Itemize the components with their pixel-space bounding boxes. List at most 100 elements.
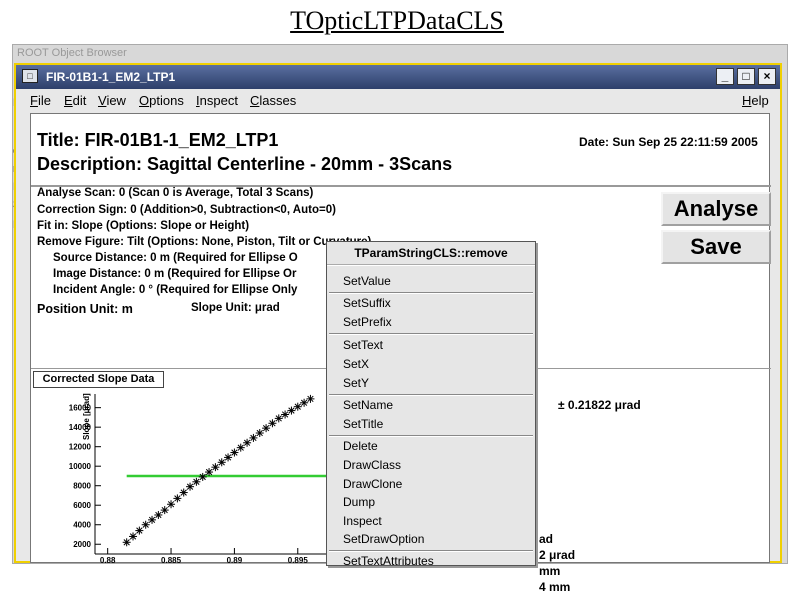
- date-label: Date: Sun Sep 25 22:11:59 2005: [579, 135, 758, 149]
- y-tick-label: 16000: [69, 404, 92, 413]
- menu-separator: [329, 333, 533, 335]
- x-tick-label: 0.895: [288, 556, 309, 564]
- param-slope-unit[interactable]: Slope Unit: μrad: [191, 302, 280, 314]
- menu-file[interactable]: File: [30, 93, 51, 108]
- menu-help[interactable]: Help: [742, 93, 769, 108]
- menu-item-delete[interactable]: Delete: [343, 439, 378, 453]
- data-point: [122, 538, 131, 547]
- x-tick-group: 0.88 0.885 0.89 0.895: [100, 548, 308, 564]
- partial-value: 2 μrad: [539, 548, 576, 562]
- param-correction-sign[interactable]: Correction Sign: 0 (Addition>0, Subtract…: [37, 204, 336, 216]
- x-tick-label: 0.89: [227, 556, 243, 564]
- param-analyse-scan[interactable]: Analyse Scan: 0 (Scan 0 is Average, Tota…: [37, 187, 313, 199]
- param-source-distance[interactable]: Source Distance: 0 m (Required for Ellip…: [53, 252, 298, 264]
- menu-options[interactable]: Options: [139, 93, 184, 108]
- menu-item-inspect[interactable]: Inspect: [343, 514, 382, 528]
- menu-separator: [329, 435, 533, 437]
- description: Description: Sagittal Centerline - 20mm …: [37, 154, 453, 174]
- context-menu-header: TParamStringCLS::remove: [327, 242, 535, 266]
- y-axis-label: Slope [μrad]: [82, 393, 91, 440]
- menu-item-drawclass[interactable]: DrawClass: [343, 458, 401, 472]
- window-titlebar[interactable]: □ FIR-01B1-1_EM2_LTP1 _ □ ×: [16, 65, 780, 89]
- partial-value: mm: [539, 564, 561, 578]
- data-point: [148, 515, 157, 524]
- menu-bar: File Edit View Options Inspect Classes H…: [16, 89, 780, 111]
- menu-item-settext[interactable]: SetText: [343, 338, 383, 352]
- y-tick-label: 2000: [73, 540, 91, 549]
- window-title: FIR-01B1-1_EM2_LTP1: [46, 70, 176, 84]
- data-point: [262, 424, 271, 433]
- data-point: [205, 468, 214, 477]
- param-fit-in[interactable]: Fit in: Slope (Options: Slope or Height): [37, 220, 249, 232]
- data-point: [300, 398, 309, 407]
- data-point: [160, 506, 169, 515]
- menu-classes[interactable]: Classes: [250, 93, 296, 108]
- maximize-button[interactable]: □: [737, 68, 755, 85]
- x-tick-label: 0.88: [100, 556, 116, 564]
- page-title: Title: FIR-01B1-1_EM2_LTP1: [37, 130, 279, 150]
- slope-chart[interactable]: Slope [μrad] 2000 4000 6000 8000 10000 12000 1…: [31, 390, 341, 564]
- data-point: [255, 429, 264, 438]
- menu-item-drawclone[interactable]: DrawClone: [343, 477, 402, 491]
- menu-item-setname[interactable]: SetName: [343, 398, 393, 412]
- save-button[interactable]: Save: [661, 230, 771, 264]
- window-menu-icon[interactable]: □: [22, 69, 38, 83]
- menu-item-setx[interactable]: SetX: [343, 357, 369, 371]
- data-point: [236, 443, 245, 452]
- background-window-title: ROOT Object Browser: [17, 47, 127, 59]
- data-point: [230, 448, 239, 457]
- menu-item-sety[interactable]: SetY: [343, 376, 369, 390]
- data-point: [198, 472, 207, 481]
- data-point: [186, 482, 195, 491]
- uncertainty-value: ± 0.21822 μrad: [558, 398, 641, 412]
- data-point: [192, 477, 201, 486]
- y-tick-label: 6000: [73, 501, 91, 510]
- data-point: [217, 458, 226, 467]
- data-point: [306, 394, 315, 403]
- data-point: [173, 494, 182, 503]
- data-point: [129, 532, 138, 541]
- menu-separator: [329, 394, 533, 396]
- y-tick-label: 14000: [69, 423, 92, 432]
- menu-view[interactable]: View: [98, 93, 126, 108]
- slide-title: TOpticLTPDataCLS: [290, 6, 504, 35]
- param-image-distance[interactable]: Image Distance: 0 m (Required for Ellips…: [53, 268, 296, 280]
- menu-item-setprefix[interactable]: SetPrefix: [343, 315, 392, 329]
- param-position-unit[interactable]: Position Unit: m: [37, 302, 133, 316]
- plot-panel-label[interactable]: Corrected Slope Data: [33, 371, 164, 388]
- data-point: [224, 453, 233, 462]
- data-point: [249, 433, 258, 442]
- context-menu[interactable]: TParamStringCLS::remove SetValue SetSuff…: [326, 241, 536, 568]
- menu-item-setsuffix[interactable]: SetSuffix: [343, 296, 391, 310]
- menu-inspect[interactable]: Inspect: [196, 93, 238, 108]
- param-remove-figure[interactable]: Remove Figure: Tilt (Options: None, Pist…: [37, 236, 371, 248]
- data-point: [141, 520, 150, 529]
- partial-value: ad: [539, 532, 554, 546]
- param-incident-angle[interactable]: Incident Angle: 0 ° (Required for Ellips…: [53, 284, 297, 296]
- data-point: [281, 410, 290, 419]
- menu-edit[interactable]: Edit: [64, 93, 86, 108]
- data-point: [154, 510, 163, 519]
- menu-item-settitle[interactable]: SetTitle: [343, 417, 383, 431]
- x-tick-label: 0.885: [161, 556, 182, 564]
- data-point: [274, 414, 283, 423]
- analyse-button[interactable]: Analyse: [661, 192, 771, 226]
- minimize-button[interactable]: _: [716, 68, 734, 85]
- y-tick-label: 4000: [73, 521, 91, 530]
- y-tick-label: 8000: [73, 482, 91, 491]
- y-tick-group: 2000 4000 6000 8000 10000 12000 14000 16000: [69, 404, 101, 549]
- menu-item-dump[interactable]: Dump: [343, 495, 375, 509]
- data-point: [243, 438, 252, 447]
- partial-value: 4 mm: [539, 580, 571, 594]
- y-tick-label: 10000: [69, 462, 92, 471]
- menu-item-setdrawoption[interactable]: SetDrawOption: [343, 532, 424, 546]
- menu-item-settextattributes[interactable]: SetTextAttributes: [343, 554, 434, 568]
- data-point: [135, 526, 144, 535]
- y-tick-label: 12000: [69, 443, 92, 452]
- menu-separator: [329, 550, 533, 552]
- data-point: [167, 500, 176, 509]
- menu-item-setvalue[interactable]: SetValue: [343, 274, 391, 288]
- close-button[interactable]: ×: [758, 68, 776, 85]
- data-point: [179, 488, 188, 497]
- menu-separator: [329, 292, 533, 294]
